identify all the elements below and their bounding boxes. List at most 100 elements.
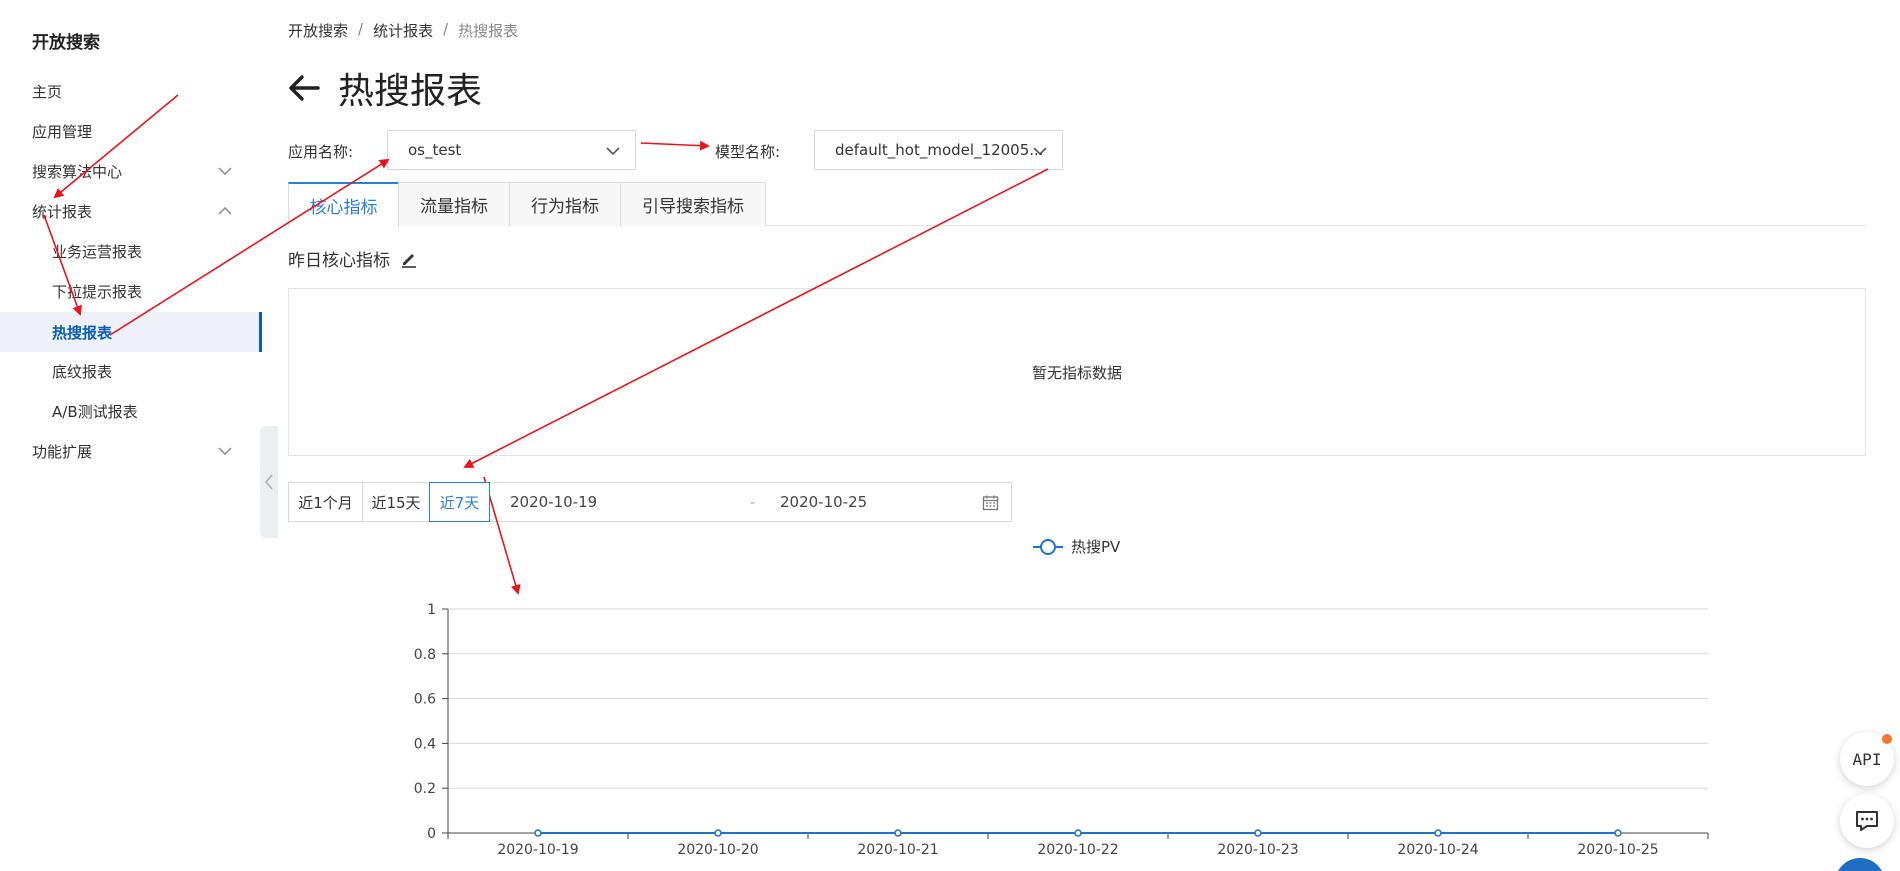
api-label: API [1852, 749, 1882, 769]
y-tick-label: 0 [427, 826, 436, 842]
data-point[interactable] [534, 829, 542, 837]
sidebar-item-label: 下拉提示报表 [52, 282, 143, 301]
data-point[interactable] [1434, 829, 1442, 837]
data-point[interactable] [1254, 829, 1262, 837]
legend-label: 热搜PV [1071, 538, 1121, 556]
chevron-down-icon [1033, 147, 1047, 156]
range-label: 近15天 [371, 493, 421, 512]
empty-state-text: 暂无指标数据 [1031, 363, 1122, 382]
y-tick-label: 1 [427, 602, 436, 618]
range-1-month-button[interactable]: 近1个月 [288, 482, 363, 522]
sidebar-item-home[interactable]: 主页 [0, 72, 262, 110]
breadcrumb-separator: / [443, 20, 449, 38]
legend-marker [1040, 539, 1056, 555]
breadcrumb-separator: / [358, 20, 364, 38]
api-floating-button[interactable]: API [1840, 732, 1894, 786]
breadcrumb: 开放搜索 / 统计报表 / 热搜报表 [288, 20, 518, 41]
range-label: 近7天 [439, 493, 480, 512]
chevron-down-icon [606, 147, 620, 156]
sidebar-item-label: 主页 [32, 82, 63, 101]
page-title: 热搜报表 [338, 71, 483, 112]
sidebar-item-label: 搜索算法中心 [32, 162, 123, 181]
sidebar-item-business-report[interactable]: 业务运营报表 [0, 232, 262, 270]
data-point[interactable] [714, 829, 722, 837]
sidebar-item-app-management[interactable]: 应用管理 [0, 112, 262, 150]
calendar-icon[interactable] [982, 494, 999, 511]
range-7-days-button[interactable]: 近7天 [429, 482, 490, 522]
range-label: 近1个月 [298, 493, 353, 512]
x-tick-label: 2020-10-25 [1577, 842, 1658, 858]
breadcrumb-item[interactable]: 统计报表 [373, 20, 433, 41]
sidebar-item-label: 底纹报表 [52, 362, 113, 381]
date-range-picker[interactable]: 2020-10-19 - 2020-10-25 [490, 482, 1012, 522]
sidebar-item-label: 功能扩展 [32, 442, 93, 461]
chevron-up-icon [218, 206, 232, 215]
x-tick-label: 2020-10-22 [1037, 842, 1118, 858]
sidebar-item-label: 业务运营报表 [52, 242, 143, 261]
x-tick-label: 2020-10-19 [497, 842, 578, 858]
tab-core-metrics[interactable]: 核心指标 [288, 182, 399, 227]
sidebar-item-search-algorithm[interactable]: 搜索算法中心 [0, 152, 262, 190]
app-name-label: 应用名称: [288, 143, 354, 161]
sidebar-collapse-handle[interactable] [260, 426, 278, 538]
section-title-text: 昨日核心指标 [288, 251, 390, 271]
date-start-input[interactable]: 2020-10-19 [510, 493, 597, 511]
main-content: 开放搜索 / 统计报表 / 热搜报表 热搜报表 应用名称: os_test 模型… [288, 0, 1868, 871]
sidebar-item-label: 应用管理 [32, 122, 93, 141]
y-tick-label: 0.6 [414, 692, 436, 708]
data-point[interactable] [1074, 829, 1082, 837]
range-15-days-button[interactable]: 近15天 [362, 482, 430, 522]
x-tick-label: 2020-10-23 [1217, 842, 1298, 858]
breadcrumb-current: 热搜报表 [458, 22, 519, 40]
y-tick-label: 0.2 [414, 781, 436, 797]
y-tick-label: 0.4 [414, 736, 436, 752]
sidebar: 开放搜索 主页 应用管理 搜索算法中心 统计报表 业务运营报表 下拉提示报表 热… [0, 0, 262, 871]
sidebar-item-statistics[interactable]: 统计报表 [0, 192, 262, 230]
y-tick-label: 0.8 [414, 647, 436, 663]
x-tick-label: 2020-10-24 [1397, 842, 1478, 858]
date-end-input[interactable]: 2020-10-25 [780, 493, 867, 511]
sidebar-item-label: A/B测试报表 [52, 402, 138, 421]
date-separator: - [750, 493, 756, 511]
chevron-down-icon [218, 447, 232, 456]
sidebar-item-hot-search-report[interactable]: 热搜报表 [0, 312, 262, 352]
back-arrow-icon[interactable] [288, 74, 320, 102]
chat-icon [1856, 811, 1878, 831]
sidebar-item-label: 热搜报表 [52, 323, 113, 342]
hot-search-pv-chart: 热搜PV 0 0.2 0.4 0.6 0.8 1 2020-10-19 2020-10-20 2… [414, 538, 1709, 858]
chat-floating-button[interactable] [1840, 794, 1894, 848]
date-range-presets: 近1个月 近15天 近7天 [288, 482, 490, 522]
sidebar-title: 开放搜索 [32, 33, 100, 53]
model-name-label: 模型名称: [715, 143, 781, 161]
tab-traffic-metrics[interactable]: 流量指标 [398, 182, 510, 226]
chart-legend[interactable]: 热搜PV [1033, 538, 1121, 556]
sidebar-item-extensions[interactable]: 功能扩展 [0, 432, 262, 470]
sidebar-item-ab-test-report[interactable]: A/B测试报表 [0, 392, 262, 430]
x-tick-label: 2020-10-21 [857, 842, 938, 858]
sidebar-item-suggest-report[interactable]: 下拉提示报表 [0, 272, 262, 310]
tab-behavior-metrics[interactable]: 行为指标 [509, 182, 621, 226]
chevron-down-icon [218, 167, 232, 176]
data-point[interactable] [894, 829, 902, 837]
breadcrumb-item[interactable]: 开放搜索 [288, 20, 348, 41]
x-tick-label: 2020-10-20 [677, 842, 758, 858]
edit-icon[interactable] [400, 250, 418, 268]
app-name-select[interactable]: os_test [387, 130, 636, 170]
tab-label: 引导搜索指标 [642, 197, 744, 217]
tab-label: 核心指标 [309, 198, 378, 218]
page-header: 热搜报表 [288, 62, 482, 114]
model-name-value: default_hot_model_12005... [835, 141, 1044, 159]
model-name-select[interactable]: default_hot_model_12005... [814, 130, 1063, 170]
core-metrics-panel: 暂无指标数据 [288, 288, 1866, 456]
app-name-value: os_test [408, 141, 462, 159]
data-point[interactable] [1614, 829, 1622, 837]
tab-label: 流量指标 [420, 197, 488, 217]
chevron-left-icon [265, 474, 273, 490]
tab-guided-search-metrics[interactable]: 引导搜索指标 [620, 182, 766, 226]
sidebar-item-shading-report[interactable]: 底纹报表 [0, 352, 262, 390]
sidebar-item-label: 统计报表 [32, 202, 93, 221]
section-title: 昨日核心指标 [288, 246, 418, 271]
notification-dot [1882, 734, 1892, 744]
tab-label: 行为指标 [531, 197, 599, 217]
metric-tabs: 核心指标 流量指标 行为指标 引导搜索指标 [288, 182, 1866, 227]
